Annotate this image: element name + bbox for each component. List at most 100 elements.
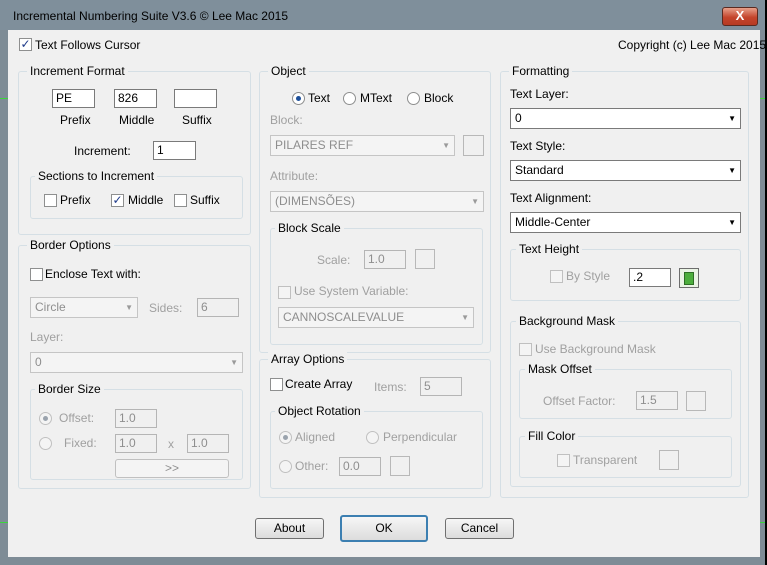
by-style-checkbox[interactable]: [550, 270, 563, 283]
times-label: x: [168, 437, 174, 451]
follow-cursor-checkbox[interactable]: ✓: [19, 38, 32, 51]
use-background-mask-label: Use Background Mask: [535, 342, 656, 356]
block-value: PILARES REF: [275, 138, 354, 152]
text-layer-dropdown[interactable]: 0 ▼: [510, 108, 741, 129]
attribute-label: Attribute:: [270, 169, 319, 183]
mtext-radio[interactable]: [343, 92, 356, 105]
text-style-label: Text Style:: [510, 139, 566, 153]
object-rotation-group: Object Rotation Aligned Perpendicular Ot…: [270, 404, 483, 489]
block-pick-button[interactable]: [463, 135, 484, 156]
chevron-down-icon: ▼: [461, 313, 469, 322]
title-bar[interactable]: Incremental Numbering Suite V3.6 © Lee M…: [0, 0, 765, 30]
text-height-group: Text Height By Style .2: [510, 242, 741, 301]
text-layer-label: Text Layer:: [510, 87, 569, 101]
prefix-input[interactable]: PE: [52, 89, 95, 108]
cancel-button[interactable]: Cancel: [445, 518, 514, 539]
enclose-text-label: Enclose Text with:: [45, 267, 141, 281]
group-title: Object: [268, 64, 309, 78]
group-title: Border Size: [35, 382, 104, 396]
group-title: Border Options: [27, 238, 114, 252]
text-alignment-dropdown[interactable]: Middle-Center ▼: [510, 212, 741, 233]
other-rotation-input[interactable]: 0.0: [339, 457, 381, 476]
use-background-mask-checkbox[interactable]: [519, 343, 532, 356]
sides-input[interactable]: 6: [197, 298, 239, 317]
ok-button[interactable]: OK: [340, 515, 428, 542]
chevron-down-icon: ▼: [230, 358, 238, 367]
border-size-group: Border Size Offset: 1.0 Fixed: 1.0 x 1.0…: [30, 382, 243, 480]
text-radio-label: Text: [308, 91, 331, 105]
create-array-checkbox[interactable]: [270, 378, 283, 391]
prefix-label: Prefix: [60, 113, 91, 127]
offset-factor-pick-button[interactable]: [686, 391, 706, 411]
section-middle-checkbox[interactable]: ✓: [111, 194, 124, 207]
transparent-checkbox[interactable]: [557, 454, 570, 467]
scale-pick-button[interactable]: [415, 249, 435, 269]
formatting-group: Formatting Text Layer: 0 ▼ Text Style: St…: [500, 64, 749, 498]
scale-input[interactable]: 1.0: [364, 250, 406, 269]
aligned-radio[interactable]: [279, 431, 292, 444]
mtext-radio-label: MText: [360, 91, 393, 105]
offset-label: Offset:: [59, 411, 95, 425]
group-title: Array Options: [268, 352, 348, 366]
object-group: Object Text MText Block Block: PILARES R…: [259, 64, 491, 353]
increment-label: Increment:: [74, 144, 131, 158]
offset-radio[interactable]: [39, 412, 52, 425]
other-rotation-radio[interactable]: [279, 460, 292, 473]
dialog-client-area: ✓ Text Follows Cursor Copyright (c) Lee …: [8, 30, 766, 557]
border-shape-dropdown[interactable]: Circle ▼: [30, 297, 138, 318]
background-mask-group: Background Mask Use Background Mask Mask…: [510, 314, 741, 487]
rotation-pick-button[interactable]: [390, 456, 410, 476]
border-layer-dropdown[interactable]: 0 ▼: [30, 352, 243, 373]
group-title: Formatting: [509, 64, 573, 78]
section-prefix-checkbox[interactable]: [44, 194, 57, 207]
by-style-label: By Style: [566, 269, 611, 283]
system-variable-checkbox[interactable]: [278, 286, 291, 299]
enclose-text-checkbox[interactable]: [30, 268, 43, 281]
attribute-dropdown[interactable]: (DIMENSÕES) ▼: [270, 191, 484, 212]
group-title: Block Scale: [275, 221, 344, 235]
border-options-group: Border Options Enclose Text with: Circle…: [18, 238, 251, 489]
pick-size-button[interactable]: >>: [115, 459, 229, 478]
fixed-radio[interactable]: [39, 437, 52, 450]
perpendicular-radio[interactable]: [366, 431, 379, 444]
text-height-input[interactable]: .2: [629, 268, 671, 287]
group-title: Background Mask: [516, 314, 619, 328]
height-pick-button[interactable]: [679, 268, 699, 288]
other-rotation-label: Other:: [295, 459, 329, 473]
items-label: Items:: [374, 380, 407, 394]
text-style-dropdown[interactable]: Standard ▼: [510, 160, 741, 181]
group-title: Text Height: [516, 242, 583, 256]
array-options-group: Array Options Create Array Items: 5 Obje…: [259, 352, 491, 498]
increment-format-group: Increment Format PE 826 Prefix Middle Su…: [18, 64, 251, 235]
section-suffix-checkbox[interactable]: [174, 194, 187, 207]
border-shape-value: Circle: [35, 300, 66, 314]
text-radio[interactable]: [292, 92, 305, 105]
fill-color-swatch[interactable]: [659, 450, 679, 470]
aligned-label: Aligned: [295, 430, 336, 444]
transparent-label: Transparent: [573, 453, 638, 467]
suffix-input[interactable]: [174, 89, 217, 108]
group-title: Increment Format: [27, 64, 128, 78]
system-variable-dropdown[interactable]: CANNOSCALEVALUE ▼: [278, 307, 474, 328]
offset-factor-input[interactable]: 1.5: [636, 391, 678, 410]
close-button[interactable]: X: [722, 7, 758, 26]
block-radio[interactable]: [407, 92, 420, 105]
text-alignment-value: Middle-Center: [515, 215, 591, 229]
chevron-down-icon: ▼: [728, 218, 736, 227]
follow-cursor-label: Text Follows Cursor: [35, 38, 141, 52]
system-variable-label: Use System Variable:: [294, 284, 409, 298]
chevron-down-icon: ▼: [471, 197, 479, 206]
block-scale-group: Block Scale Scale: 1.0 Use System Variab…: [270, 221, 483, 345]
fixed-height-input[interactable]: 1.0: [187, 434, 229, 453]
chevron-down-icon: ▼: [728, 114, 736, 123]
offset-input[interactable]: 1.0: [115, 409, 157, 428]
copyright-text: Copyright (c) Lee Mac 2015: [618, 38, 767, 52]
fixed-width-input[interactable]: 1.0: [115, 434, 157, 453]
block-dropdown[interactable]: PILARES REF ▼: [270, 135, 455, 156]
items-input[interactable]: 5: [420, 377, 462, 396]
text-layer-value: 0: [515, 111, 522, 125]
block-field-label: Block:: [270, 113, 303, 127]
middle-input[interactable]: 826: [114, 89, 157, 108]
about-button[interactable]: About: [255, 518, 324, 539]
increment-input[interactable]: 1: [153, 141, 196, 160]
